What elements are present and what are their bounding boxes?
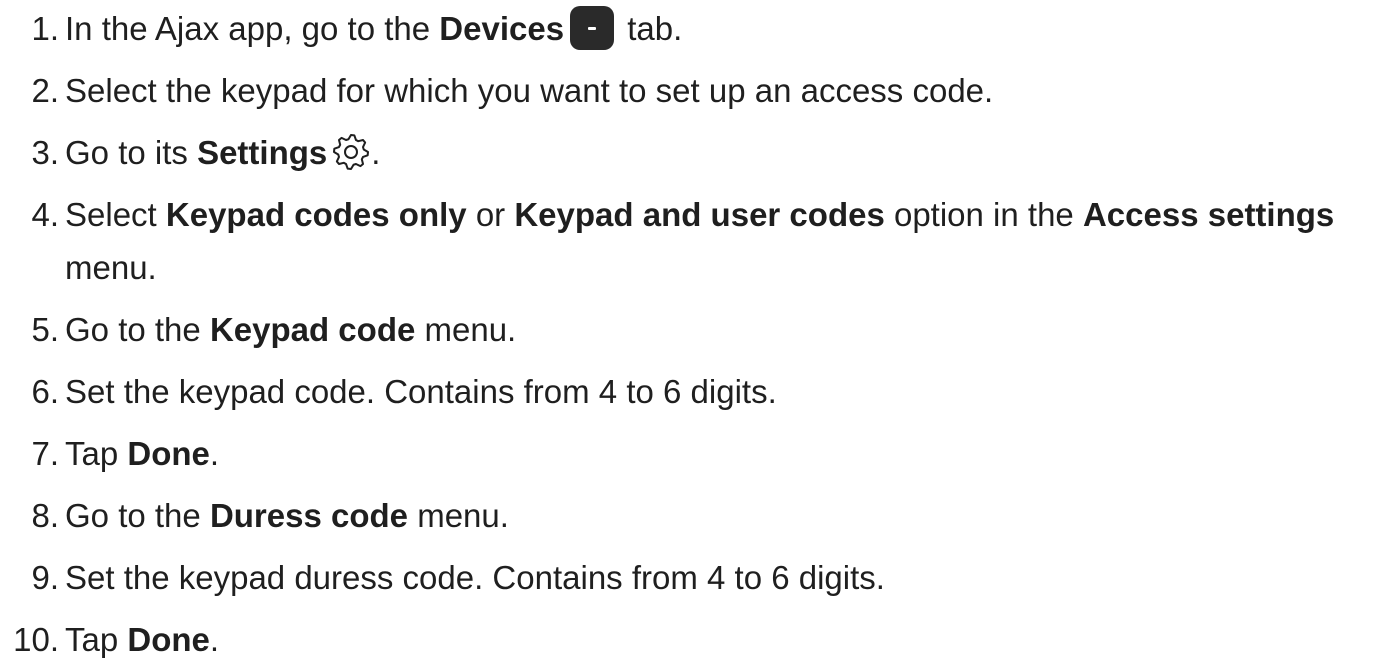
step-number: 5. [31, 311, 59, 348]
bold-term: Done [127, 621, 210, 658]
step-text-segment: Go to the [65, 497, 210, 534]
step-number: 1. [31, 10, 59, 47]
step-text: In the Ajax app, go to the Devices tab. [65, 2, 1383, 55]
bold-term: Done [127, 435, 210, 472]
step-number: 2. [31, 72, 59, 109]
step-number: 7. [31, 435, 59, 472]
step-text: Select the keypad for which you want to … [65, 64, 1383, 117]
step-text: Select Keypad codes only or Keypad and u… [65, 188, 1383, 294]
step-text-segment: menu. [65, 249, 157, 286]
step-text-segment: Tap [65, 621, 128, 658]
bold-term: Settings [197, 134, 328, 171]
step-text-segment: Select the keypad for which you want to … [65, 72, 994, 109]
step-text-segment: menu. [408, 497, 509, 534]
step-text: Set the keypad duress code. Contains fro… [65, 551, 1383, 604]
step-number: 9. [31, 559, 59, 596]
step-text-segment: . [209, 435, 220, 472]
step-text-segment: . [209, 621, 220, 658]
step-text-segment: menu. [415, 311, 517, 348]
step-text: Go to its Settings. [65, 126, 1383, 179]
step-number: 8. [31, 497, 59, 534]
step-text: Set the keypad code. Contains from 4 to … [65, 365, 1383, 418]
bold-term: Devices [439, 10, 565, 47]
step-text: Go to the Duress code menu. [65, 489, 1383, 542]
bold-term: Duress code [209, 497, 409, 534]
step-text-segment: Tap [65, 435, 128, 472]
step-text: Go to the Keypad code menu. [65, 303, 1383, 356]
step-text-segment: or [466, 196, 515, 233]
gear-icon [331, 132, 371, 172]
step-text-segment: . [371, 134, 381, 171]
step-text-segment: Set the keypad code. Contains from 4 to … [65, 373, 777, 410]
step-text-segment: Go to its [65, 134, 198, 171]
bold-term: Keypad codes only [165, 196, 467, 233]
step-text-segment: Go to the [65, 311, 210, 348]
step-text-segment: Set the keypad duress code. Contains fro… [65, 559, 885, 596]
step-text-segment: In the Ajax app, go to the [65, 10, 440, 47]
step-number: 10. [13, 621, 59, 658]
bold-term: Keypad code [209, 311, 416, 348]
step-text-segment: Select [65, 196, 166, 233]
step-number: 6. [31, 373, 59, 410]
devices-tab-icon [570, 6, 615, 51]
step-number: 4. [31, 196, 59, 233]
step-text: Tap Done. [65, 427, 1383, 480]
step-text-segment: tab. [618, 10, 683, 47]
bold-term: Access settings [1082, 196, 1335, 233]
step-text-segment: option in the [884, 196, 1083, 233]
bold-term: Keypad and user codes [514, 196, 885, 233]
step-number: 3. [31, 134, 59, 171]
step-text: Tap Done. [65, 613, 1383, 666]
